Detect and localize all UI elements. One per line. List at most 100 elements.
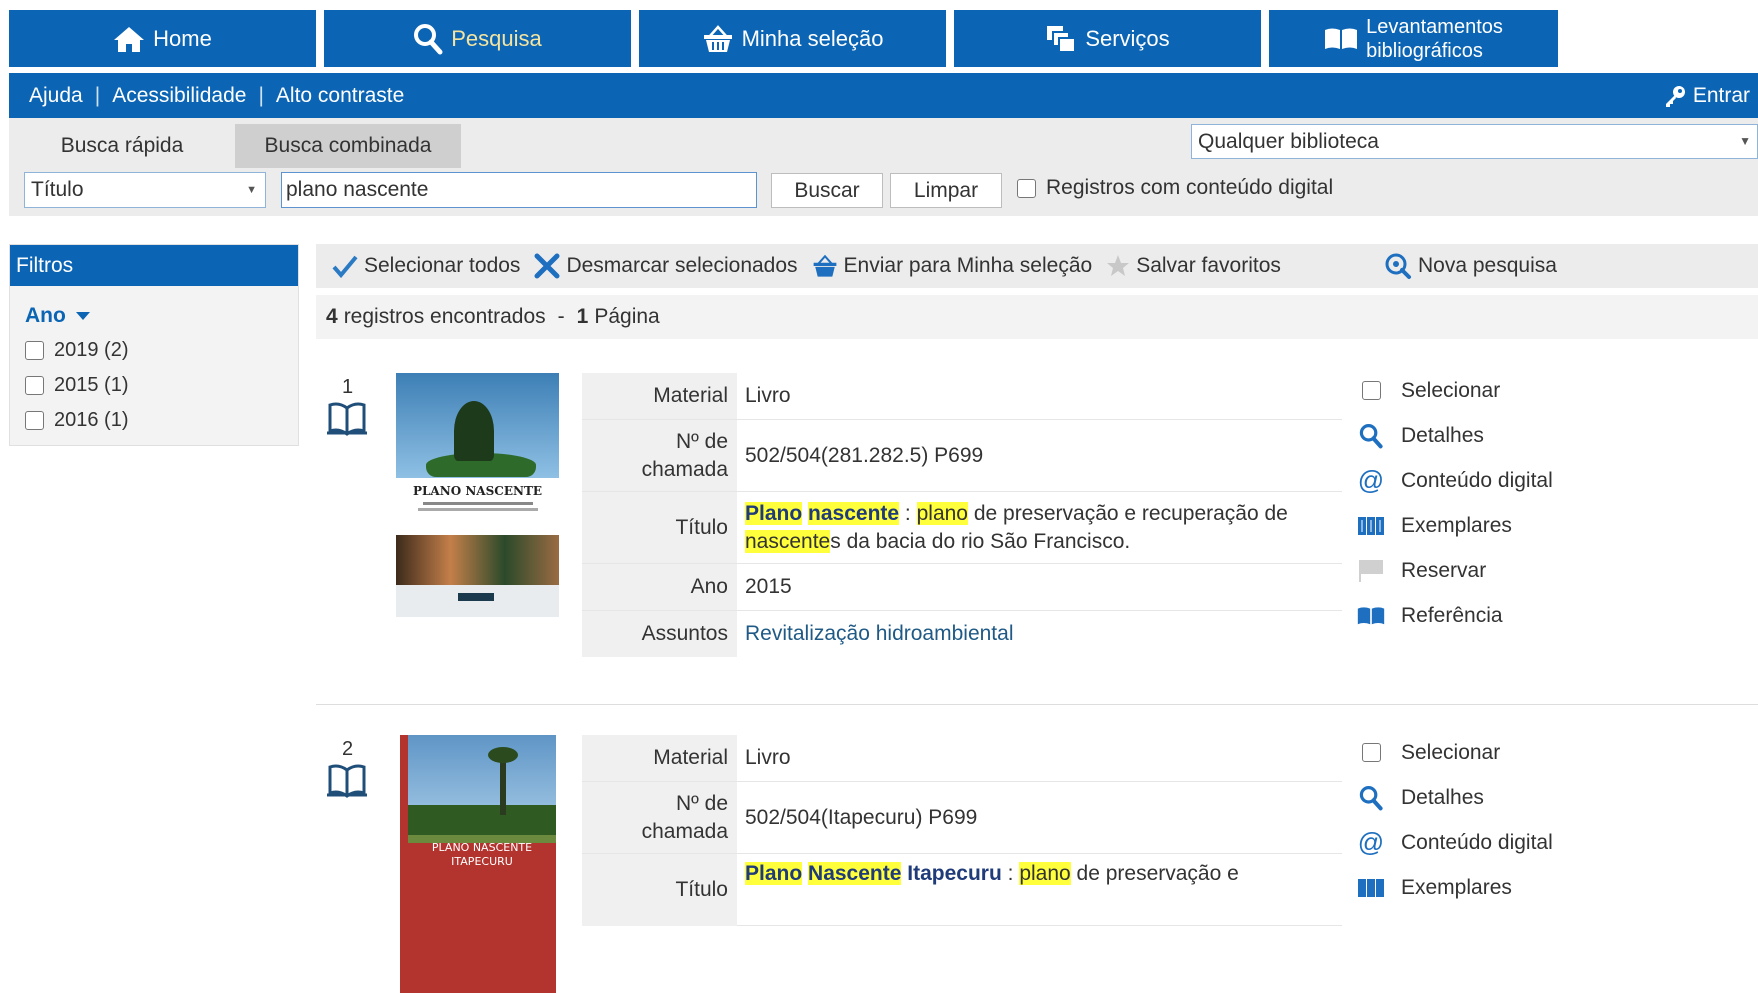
detail-value: 502/504(Itapecuru) P699 [745,805,978,829]
reserve-button[interactable]: Reservar [1357,548,1553,593]
new-search-button[interactable]: Nova pesquisa [1384,252,1557,280]
search-field-select[interactable]: Título ▼ [24,172,266,208]
title-text: de preservação e [1070,862,1239,885]
digital-content-button[interactable]: @ Conteúdo digital [1357,458,1553,503]
help-link[interactable]: Ajuda [9,84,95,108]
filter-item[interactable]: 2016 (1) [25,407,298,433]
library-select-value: Qualquer biblioteca [1198,130,1379,153]
save-favorites-button[interactable]: Salvar favoritos [1106,254,1281,278]
detail-value-title[interactable]: Plano nascente : plano de preservação e … [737,492,1342,563]
send-to-selection-button[interactable]: Enviar para Minha seleção [812,253,1093,279]
pages-count-label: Página [594,305,660,328]
chevron-down-icon: ▼ [246,184,257,196]
book-icon [327,764,367,804]
nav-home-label: Home [153,25,212,51]
select-record[interactable]: Selecionar [1357,730,1553,775]
nav-home[interactable]: Home [9,10,316,67]
deselect-button[interactable]: Desmarcar selecionados [534,253,798,279]
label-line: chamada [641,819,728,843]
search-button[interactable]: Buscar [771,173,883,208]
high-contrast-link[interactable]: Alto contraste [264,84,416,108]
nav-servicos[interactable]: Serviços [954,10,1261,67]
results-toolbar: Selecionar todos Desmarcar selecionados … [316,244,1758,288]
detail-row-material: Material Livro [582,735,1342,782]
chevron-down-icon: ▼ [1739,134,1751,148]
book-cover-image[interactable]: PLANO NASCENTE ITAPECURU [400,735,556,993]
checkbox-icon[interactable] [1357,743,1385,762]
at-icon: @ [1357,465,1385,495]
search-input[interactable]: plano nascente [281,172,757,208]
label-line: Nº de [675,791,728,815]
record-details: Material Livro Nº de chamada 502/504(Itap… [582,735,1342,926]
detail-row-material: Material Livro [582,373,1342,420]
cover-logo [458,593,494,601]
search-icon [413,23,443,55]
detail-row-assuntos: Assuntos Revitalização hidroambiental [582,611,1342,657]
tab-busca-rapida[interactable]: Busca rápida [9,124,235,168]
filter-checkbox[interactable] [25,410,44,430]
copies-button[interactable]: Exemplares [1357,503,1553,548]
library-select[interactable]: Qualquer biblioteca ▼ [1191,124,1758,159]
reference-button[interactable]: Referência [1357,593,1553,638]
detail-row-chamada: Nº de chamada 502/504(Itapecuru) P699 [582,782,1342,854]
tab-busca-combinada[interactable]: Busca combinada [235,124,461,168]
book-cover-image[interactable]: PLANO NASCENTE [396,373,559,617]
cover-palm [500,755,506,815]
filter-checkbox[interactable] [25,375,44,395]
flag-icon [1357,559,1385,583]
select-record[interactable]: Selecionar [1357,368,1553,413]
results-count-number: 4 [326,305,338,328]
checkbox-icon[interactable] [1357,381,1385,400]
save-favorites-label: Salvar favoritos [1136,254,1281,277]
title-highlight: plano [1019,862,1071,885]
accessibility-link[interactable]: Acessibilidade [100,84,258,108]
detail-label: Título [582,492,737,563]
filter-group-label: Ano [25,304,66,327]
title-highlight: Nascente [808,862,902,885]
cover-subtitle-line [422,502,533,505]
select-checkbox[interactable] [1361,381,1381,400]
digital-content-action-label: Conteúdo digital [1401,468,1553,492]
details-button[interactable]: Detalhes [1357,413,1553,458]
nav-levantamentos[interactable]: Levantamentos bibliográficos [1269,10,1558,67]
detail-label: Material [582,373,737,419]
digital-content-button[interactable]: @ Conteúdo digital [1357,820,1553,865]
title-highlight: Plano [745,862,803,885]
digital-content-checkbox[interactable] [1017,178,1036,198]
detail-row-chamada: Nº de chamada 502/504(281.282.5) P699 [582,420,1342,492]
filter-checkbox[interactable] [25,340,44,360]
digital-content-action-label: Conteúdo digital [1401,830,1553,854]
nav-minha-selecao[interactable]: Minha seleção [639,10,946,67]
login-link[interactable]: Entrar [1663,84,1758,108]
copies-label: Exemplares [1401,875,1512,899]
filter-item[interactable]: 2019 (2) [25,337,298,363]
nav-levantamentos-label: Levantamentos bibliográficos [1366,15,1503,63]
utility-bar: Ajuda | Acessibilidade | Alto contraste … [9,73,1758,118]
reference-label: Referência [1401,603,1503,627]
select-label: Selecionar [1401,740,1501,764]
subject-link[interactable]: Revitalização hidroambiental [737,611,1342,657]
pages-count-number: 1 [576,305,589,328]
digital-content-filter[interactable]: Registros com conteúdo digital [1017,176,1333,200]
cover-tree [454,401,494,461]
nav-pesquisa[interactable]: Pesquisa [324,10,631,67]
results-count-label: registros encontrados [343,305,546,328]
select-checkbox[interactable] [1361,743,1381,762]
copies-button[interactable]: Exemplares [1357,865,1553,910]
filter-group-ano[interactable]: Ano [25,304,298,328]
clear-button[interactable]: Limpar [890,173,1002,208]
nav-pesquisa-label: Pesquisa [451,25,542,51]
cover-photo-strip [396,535,559,585]
cover-palm-crown [488,747,518,763]
select-all-button[interactable]: Selecionar todos [332,254,520,278]
record-number: 2 [342,738,354,760]
books-icon [1357,878,1385,898]
detail-label: Título [582,854,737,926]
send-to-selection-label: Enviar para Minha seleção [843,254,1093,277]
detail-value: 502/504(281.282.5) P699 [745,443,984,467]
cover-trees [408,805,556,835]
details-button[interactable]: Detalhes [1357,775,1553,820]
detail-value-title[interactable]: Plano Nascente Itapecuru : plano de pres… [737,854,1342,888]
title-text: de preservação e recuperação de [967,501,1288,525]
filter-item[interactable]: 2015 (1) [25,372,298,398]
